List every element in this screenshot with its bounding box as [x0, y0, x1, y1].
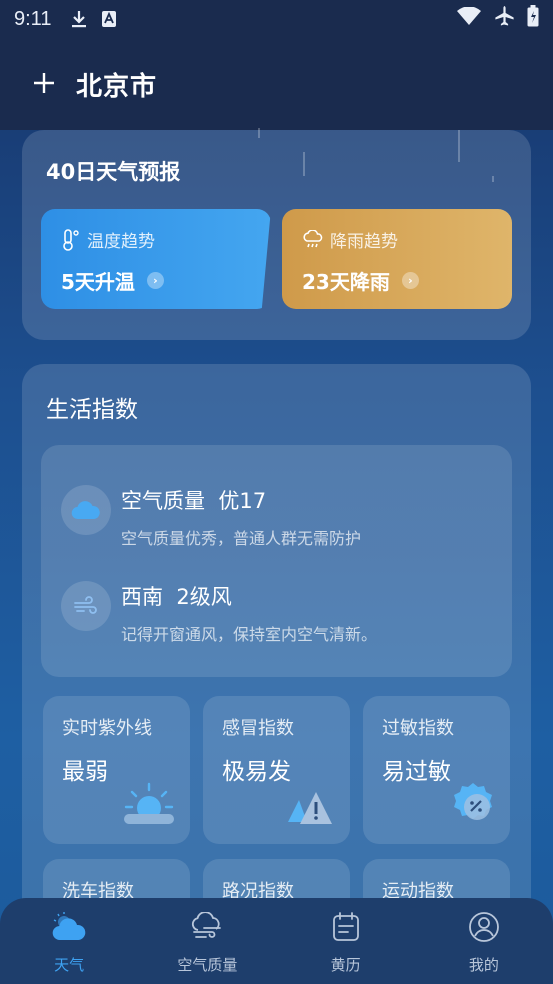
- allergy-badge-icon: [450, 780, 496, 830]
- cloud-icon: [61, 485, 111, 535]
- app-header: 北京市: [0, 38, 553, 130]
- temperature-trend-button[interactable]: 温度趋势 5天升温 ›: [41, 209, 271, 309]
- cold-index-value: 极易发: [222, 759, 291, 785]
- tab-air-quality-label: 空气质量: [177, 956, 238, 974]
- battery-icon: [527, 5, 539, 33]
- profile-icon: [468, 910, 500, 944]
- cloud-sun-icon: [52, 910, 86, 944]
- tab-profile[interactable]: 我的: [415, 898, 553, 984]
- tab-weather[interactable]: 天气: [0, 898, 138, 984]
- sun-icon: [122, 782, 176, 830]
- rain-trend-label: 降雨趋势: [330, 232, 398, 252]
- allergy-index-card[interactable]: 过敏指数 易过敏: [363, 696, 510, 844]
- airplane-icon: [493, 6, 515, 32]
- cold-index-label: 感冒指数: [222, 718, 294, 739]
- rain-trend-value: 23天降雨: [302, 270, 390, 294]
- wind-row[interactable]: 西南 2级风 记得开窗通风，保持室内空气清新。: [61, 581, 377, 645]
- air-quality-row[interactable]: 空气质量 优17 空气质量优秀，普通人群无需防护: [61, 485, 361, 549]
- calendar-icon: [331, 910, 361, 944]
- uv-index-card[interactable]: 实时紫外线 最弱: [43, 696, 190, 844]
- plus-icon[interactable]: [32, 67, 56, 101]
- app-notification-icon: [101, 10, 117, 28]
- status-time: 9:11: [14, 7, 52, 30]
- forecast-40day-card: 40日天气预报 温度趋势 5天升温 › 降雨趋势 23天降雨 ›: [22, 130, 531, 340]
- temperature-trend-label: 温度趋势: [87, 232, 155, 252]
- wind-desc: 记得开窗通风，保持室内空气清新。: [121, 625, 378, 644]
- air-quality-icon: [190, 910, 224, 944]
- tab-almanac[interactable]: 黄历: [277, 898, 415, 984]
- air-wind-panel[interactable]: 空气质量 优17 空气质量优秀，普通人群无需防护 西南 2级风 记得开窗通风，保…: [41, 445, 512, 677]
- life-index-title: 生活指数: [46, 397, 138, 423]
- thermometer-icon: [63, 228, 79, 251]
- tab-weather-label: 天气: [54, 956, 85, 974]
- warning-icon: [286, 786, 336, 830]
- tab-almanac-label: 黄历: [330, 956, 361, 974]
- uv-index-value: 最弱: [62, 759, 108, 785]
- chevron-right-icon: ›: [401, 272, 419, 289]
- tab-profile-label: 我的: [468, 956, 499, 974]
- wind-icon: [61, 581, 111, 631]
- cold-index-card[interactable]: 感冒指数 极易发: [203, 696, 350, 844]
- allergy-index-label: 过敏指数: [382, 718, 454, 739]
- air-quality-headline: 空气质量 优17: [121, 489, 267, 513]
- life-index-card: 生活指数 空气质量 优17 空气质量优秀，普通人群无需防护 西南 2级风 记得开…: [22, 364, 531, 924]
- chevron-right-icon: ›: [146, 272, 164, 289]
- download-icon: [71, 10, 87, 28]
- uv-index-label: 实时紫外线: [62, 718, 152, 739]
- rain-cloud-icon: [303, 229, 323, 247]
- tab-air-quality[interactable]: 空气质量: [138, 898, 276, 984]
- wind-headline: 西南 2级风: [121, 585, 232, 609]
- status-bar: 9:11: [0, 0, 553, 38]
- rain-trend-button[interactable]: 降雨趋势 23天降雨 ›: [282, 209, 512, 309]
- air-quality-desc: 空气质量优秀，普通人群无需防护: [121, 529, 362, 548]
- wifi-icon: [457, 6, 481, 31]
- temperature-trend-value: 5天升温: [61, 270, 135, 294]
- forecast-40day-title: 40日天气预报: [46, 160, 181, 184]
- bottom-nav: 天气 空气质量 黄历 我的: [0, 898, 553, 984]
- city-name[interactable]: 北京市: [76, 66, 157, 103]
